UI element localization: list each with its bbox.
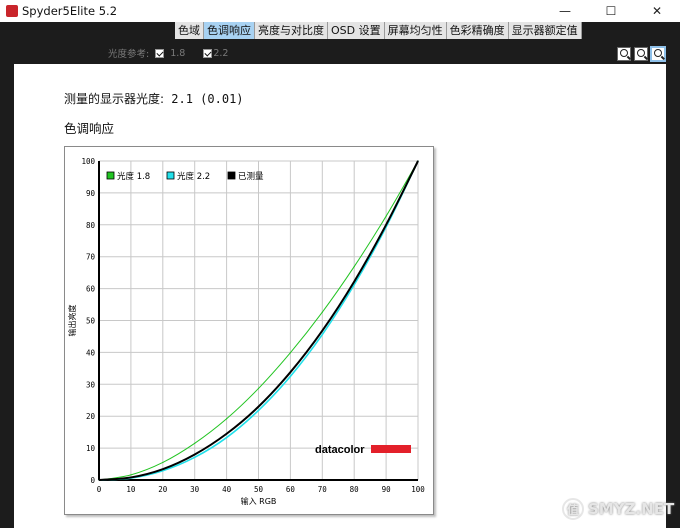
close-icon: ✕ (651, 4, 663, 18)
data-point-series-2 (321, 330, 323, 332)
y-tick-label: 60 (86, 285, 96, 294)
legend-label: 已测量 (238, 172, 264, 182)
measured-gamma: 测量的显示器光度: 2.1 (0.01) (64, 90, 244, 107)
data-point-series-2 (162, 468, 164, 470)
tab-color-accuracy[interactable]: 色彩精确度 (446, 22, 509, 39)
tab-uniformity[interactable]: 屏幕均匀性 (384, 22, 447, 39)
tab-brightness-contrast[interactable]: 亮度与对比度 (255, 22, 328, 39)
data-point-series-0 (353, 265, 355, 268)
legend-swatch (227, 171, 236, 180)
data-point-series-0 (194, 442, 196, 444)
title-bar: Spyder5Elite 5.2 — ☐ ✕ (0, 0, 680, 22)
y-tick-label: 80 (86, 221, 96, 230)
data-point-series-2 (98, 479, 100, 481)
data-point-series-2 (257, 406, 260, 408)
zoom-fit-button[interactable] (651, 47, 665, 61)
zoom-out-button[interactable] (634, 47, 648, 61)
maximize-button[interactable]: ☐ (588, 0, 634, 22)
legend-swatch (166, 171, 175, 180)
datacolor-logo-bar (371, 445, 411, 453)
datacolor-logo: datacolor (315, 444, 365, 456)
window-title: Spyder5Elite 5.2 (22, 4, 118, 18)
section-title: 色调响应 (64, 121, 115, 136)
data-point-series-0 (130, 474, 132, 476)
data-point-series-1 (289, 375, 291, 377)
data-point-series-1 (226, 436, 228, 439)
chart-svg: 0 10 20 30 40 50 60 70 80 90 100 0 10 20 30 40 50 60 70 80 9… (67, 157, 425, 506)
data-point-series-1 (353, 284, 355, 286)
data-point-series-0 (321, 311, 323, 313)
data-point-series-0 (226, 418, 228, 420)
y-tick-label: 90 (86, 189, 96, 198)
x-tick-label: 10 (126, 485, 136, 494)
data-point-series-2 (130, 476, 132, 479)
y-tick-label: 70 (86, 253, 96, 262)
gamma-22-checkbox[interactable] (203, 48, 213, 58)
data-point-series-0 (385, 215, 387, 217)
watermark-text: SMYZ.NET (588, 500, 675, 518)
tone-response-chart: 0 10 20 30 40 50 60 70 80 90 100 0 10 20 30 40 50 60 70 80 9… (64, 146, 434, 515)
gamma-18-label: 1.8 (170, 47, 186, 59)
data-point-series-2 (289, 371, 291, 373)
minimize-button[interactable]: — (542, 0, 588, 22)
x-axis-label: 输入 RGB (241, 496, 277, 506)
data-point-series-2 (385, 224, 387, 226)
x-tick-label: 90 (382, 485, 392, 494)
y-tick-label: 10 (86, 444, 96, 453)
legend-label: 光度 2.2 (177, 171, 210, 182)
legend-label: 光度 1.8 (117, 171, 150, 182)
tab-gamut[interactable]: 色域 (175, 22, 204, 39)
x-tick-label: 80 (350, 485, 360, 494)
y-tick-label: 30 (86, 380, 96, 389)
minimize-icon: — (559, 4, 571, 18)
app-toolbar: 色域 色调响应 亮度与对比度 OSD 设置 屏幕均匀性 色彩精确度 显示器额定值… (0, 22, 680, 64)
gamma-reference: 光度参考: 1.8 2.2 (108, 46, 229, 61)
x-tick-label: 100 (411, 485, 425, 494)
zoom-in-button[interactable] (617, 47, 631, 61)
x-tick-label: 0 (97, 485, 102, 494)
measured-gamma-label: 测量的显示器光度: (64, 92, 165, 106)
tab-display-rating[interactable]: 显示器额定值 (508, 22, 582, 39)
y-tick-label: 20 (86, 412, 96, 421)
y-tick-label: 100 (81, 157, 95, 166)
x-tick-label: 50 (254, 485, 264, 494)
legend-swatch (106, 171, 115, 180)
data-point-series-1 (257, 409, 260, 412)
y-tick-label: 0 (90, 476, 95, 485)
gamma-reference-label: 光度参考: (108, 49, 150, 60)
zoom-toolbar (617, 47, 665, 61)
gamma-22-label: 2.2 (213, 47, 229, 59)
measured-gamma-value: 2.1 (0.01) (171, 92, 244, 106)
data-point-series-0 (257, 387, 260, 390)
data-point-series-2 (194, 453, 196, 456)
app-icon (6, 5, 18, 17)
x-tick-label: 70 (318, 485, 328, 494)
gamma-18-checkbox[interactable] (155, 48, 165, 58)
maximize-icon: ☐ (605, 4, 617, 18)
tab-osd-settings[interactable]: OSD 设置 (328, 22, 385, 39)
data-point-series-1 (321, 333, 323, 336)
y-axis-label: 输出亮度 (67, 305, 77, 337)
close-button[interactable]: ✕ (634, 0, 680, 22)
x-tick-label: 60 (286, 485, 296, 494)
data-point-series-1 (194, 456, 196, 458)
x-tick-label: 40 (222, 485, 232, 494)
watermark: 值 SMYZ.NET (562, 498, 674, 520)
data-point-series-2 (226, 433, 228, 435)
x-tick-label: 30 (190, 485, 200, 494)
x-tick-label: 20 (158, 485, 168, 494)
data-point-series-2 (417, 160, 419, 162)
y-tick-label: 40 (86, 348, 96, 357)
report-tabs: 色域 色调响应 亮度与对比度 OSD 设置 屏幕均匀性 色彩精确度 显示器额定值 (175, 22, 582, 39)
y-tick-label: 50 (86, 317, 96, 326)
tab-tone-response[interactable]: 色调响应 (204, 22, 255, 39)
data-point-series-0 (289, 352, 291, 354)
watermark-icon: 值 (562, 498, 584, 520)
data-point-series-0 (162, 461, 164, 464)
data-point-series-2 (353, 280, 355, 283)
